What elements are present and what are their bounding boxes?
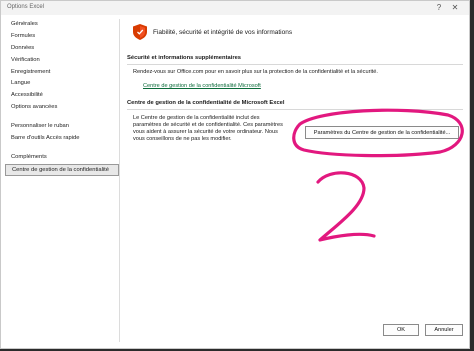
handwritten-annotation bbox=[292, 108, 464, 242]
ink-circle bbox=[292, 108, 464, 158]
ink-number-two bbox=[316, 171, 376, 242]
